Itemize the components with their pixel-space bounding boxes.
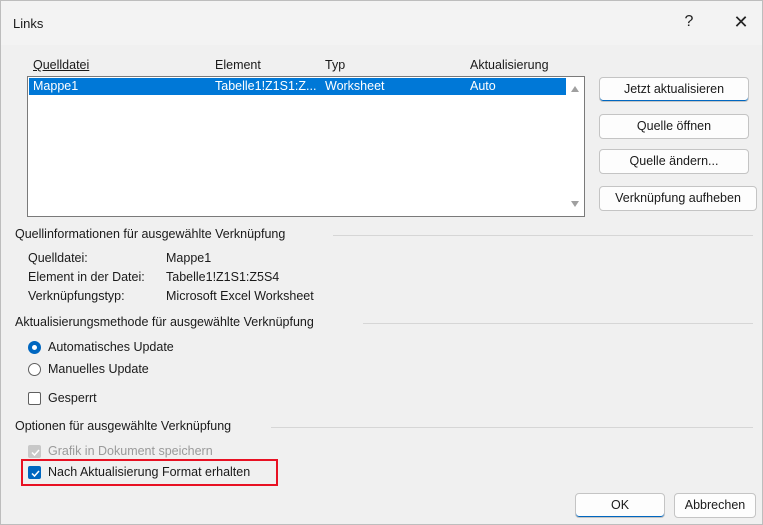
check-icon [31,449,40,457]
scroll-down-icon[interactable] [571,201,579,207]
cancel-button[interactable]: Abbrechen [674,493,756,518]
row-element: Tabelle1!Z1S1:Z... [215,79,317,93]
row-update: Auto [470,79,496,93]
column-header-source[interactable]: Quelldatei [33,58,89,72]
scroll-up-icon[interactable] [571,86,579,92]
row-source: Mappe1 [33,79,79,93]
break-link-label: Verknüpfung aufheben [615,191,741,205]
update-now-label: Jetzt aktualisieren [623,82,725,96]
section-divider [333,235,753,236]
links-list-header: Quelldatei Element Typ Aktualisierung [29,58,589,74]
source-element-label: Element in der Datei: [28,270,145,284]
list-item[interactable]: Mappe1 Tabelle1!Z1S1:Z... Worksheet Auto [29,78,566,95]
open-source-label: Quelle öffnen [636,119,712,133]
section-divider [271,427,753,428]
ok-button[interactable]: OK [575,493,665,518]
row-type: Worksheet [325,79,385,93]
options-section-title: Optionen für ausgewählte Verknüpfung [15,419,232,433]
ok-label: OK [610,498,630,512]
help-icon[interactable]: ? [677,11,701,33]
source-element-value: Tabelle1!Z1S1:Z5S4 [166,270,280,284]
break-link-button[interactable]: Verknüpfung aufheben [599,186,757,211]
cancel-label: Abbrechen [684,498,746,512]
close-icon[interactable]: ✕ [729,11,753,33]
column-header-update[interactable]: Aktualisierung [470,58,549,72]
dialog-title: Links [13,16,44,31]
column-header-element[interactable]: Element [215,58,261,72]
link-type-value: Microsoft Excel Worksheet [166,289,314,303]
locked-checkbox[interactable] [28,392,41,405]
source-file-label: Quelldatei: [28,251,88,265]
open-source-button[interactable]: Quelle öffnen [599,114,749,139]
section-divider [363,323,753,324]
links-list[interactable]: Mappe1 Tabelle1!Z1S1:Z... Worksheet Auto [27,76,585,217]
save-graphic-checkbox [28,445,41,458]
locked-label[interactable]: Gesperrt [48,391,97,405]
automatic-update-radio[interactable] [28,341,41,354]
automatic-update-label[interactable]: Automatisches Update [48,340,174,354]
title-bar: Links ? ✕ [1,1,762,45]
links-dialog: Links ? ✕ Quelldatei Element Typ Aktuali… [0,0,763,525]
change-source-label: Quelle ändern... [629,154,719,168]
source-info-section-title: Quellinformationen für ausgewählte Verkn… [15,227,286,241]
update-method-section-title: Aktualisierungsmethode für ausgewählte V… [15,315,314,329]
update-now-button[interactable]: Jetzt aktualisieren [599,77,749,102]
link-type-label: Verknüpfungstyp: [28,289,125,303]
highlight-box [21,459,278,486]
column-header-type[interactable]: Typ [325,58,345,72]
list-scrollbar[interactable] [566,77,584,216]
change-source-button[interactable]: Quelle ändern... [599,149,749,174]
save-graphic-label: Grafik in Dokument speichern [48,444,213,458]
manual-update-radio[interactable] [28,363,41,376]
source-file-value: Mappe1 [166,251,212,265]
manual-update-label[interactable]: Manuelles Update [48,362,149,376]
